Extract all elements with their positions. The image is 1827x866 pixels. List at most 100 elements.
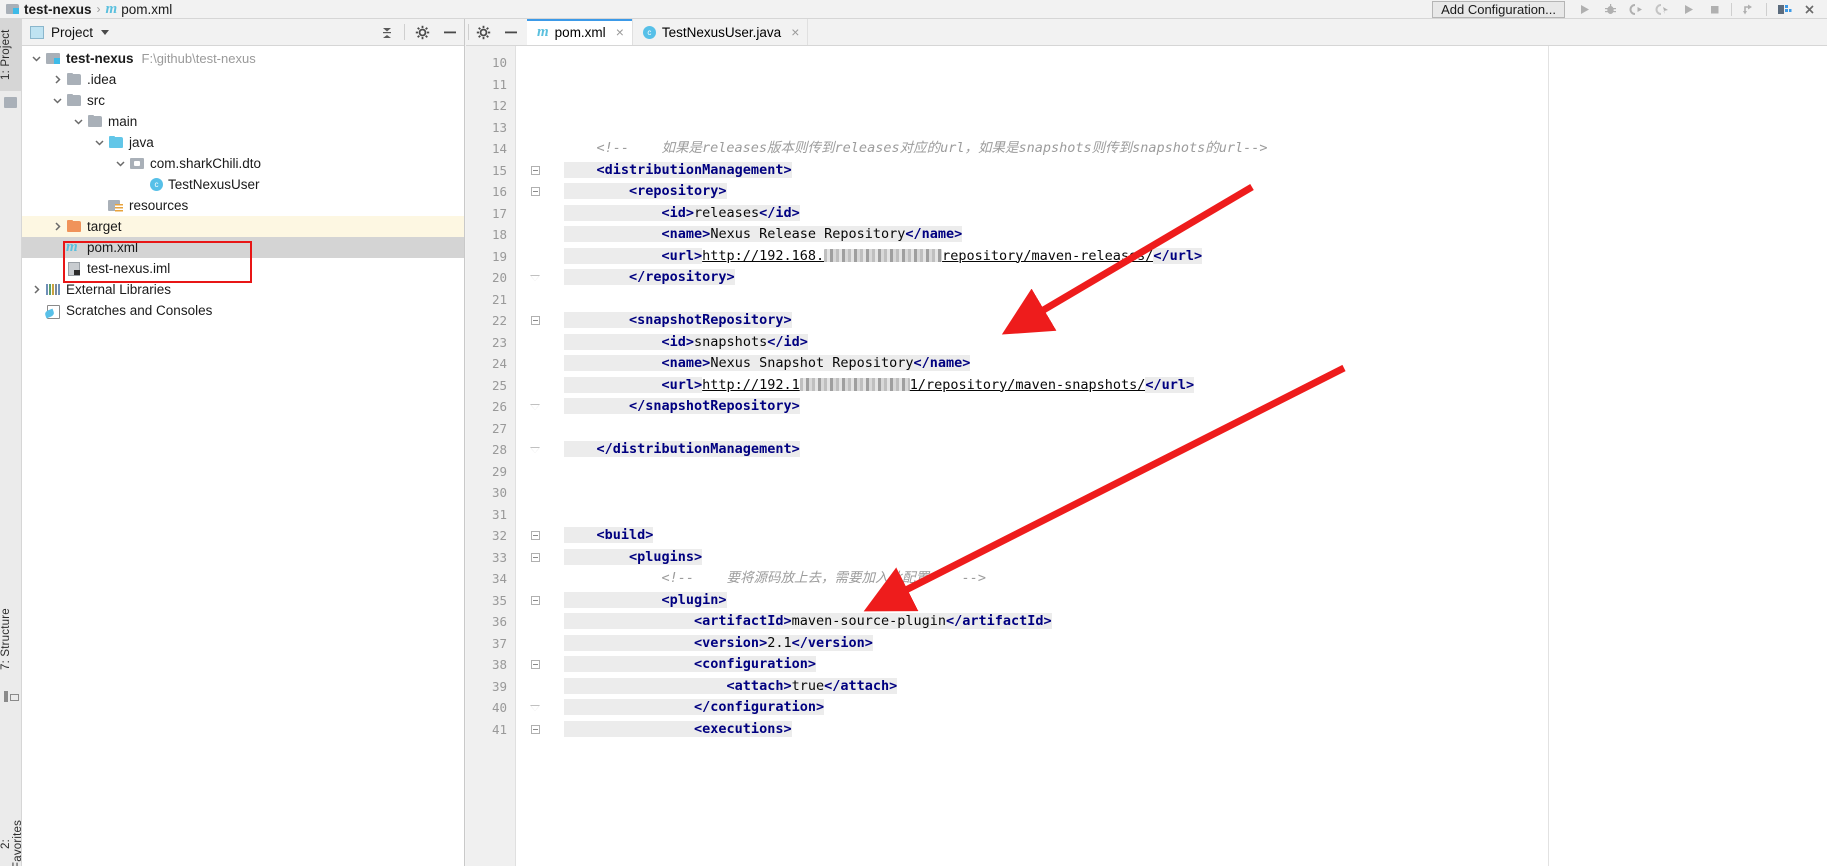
close-icon[interactable]: × (616, 24, 624, 40)
add-configuration-button[interactable]: Add Configuration... (1432, 0, 1565, 18)
hide-panel-button[interactable] (436, 19, 464, 46)
line-number: 41 (491, 721, 507, 737)
sidebar-tab-structure[interactable]: 7: Structure (0, 599, 22, 679)
code-line[interactable]: <url>http://192.1 1/repository/maven-snap… (554, 375, 1827, 397)
code-line[interactable] (554, 504, 1827, 526)
editor-tab-testnexususer-java[interactable]: c TestNexusUser.java × (633, 19, 809, 45)
code-line[interactable] (554, 289, 1827, 311)
code-folding-gutter[interactable] (516, 46, 554, 866)
breadcrumb-item-project[interactable]: test-nexus (6, 2, 92, 17)
chevron-down-icon[interactable] (101, 29, 110, 35)
code-line[interactable]: <name>Nexus Release Repository</name> (554, 224, 1827, 246)
expand-collapse-button[interactable] (373, 19, 401, 46)
code-line[interactable]: <id>releases</id> (554, 203, 1827, 225)
fold-toggle-icon[interactable] (516, 160, 554, 182)
code-content[interactable]: <!-- 如果是releases版本则传到releases对应的url，如果是s… (554, 46, 1827, 866)
fold-toggle-icon[interactable] (516, 267, 554, 289)
code-line[interactable]: <!-- 要将源码放上去，需要加入此配置 --> (554, 568, 1827, 590)
stop-button[interactable] (1701, 0, 1727, 19)
breadcrumb-file-label: pom.xml (121, 1, 173, 17)
fold-toggle-icon[interactable] (516, 525, 554, 547)
breadcrumb-item-file[interactable]: m pom.xml (106, 1, 173, 17)
code-line[interactable]: <id>snapshots</id> (554, 332, 1827, 354)
code-line[interactable] (554, 95, 1827, 117)
sidebar-tab-project[interactable]: 1: Project (0, 19, 22, 91)
code-line[interactable] (554, 74, 1827, 96)
editor-tab-pom-xml[interactable]: m pom.xml × (527, 19, 633, 45)
search-everywhere-button[interactable] (1797, 0, 1823, 19)
tree-item-external-libraries[interactable]: External Libraries (22, 279, 464, 300)
code-editor[interactable]: 10 11 12 13 14 15 16 17 18 19 20 21 22 23 24 25 26 27 28 29… (466, 46, 1827, 866)
code-line[interactable]: </repository> (554, 267, 1827, 289)
close-icon[interactable]: × (791, 24, 799, 40)
fold-toggle-icon[interactable] (516, 654, 554, 676)
code-line[interactable]: <executions> (554, 719, 1827, 741)
debug-button[interactable] (1597, 0, 1623, 19)
tree-item-testnexususer-class[interactable]: c TestNexusUser (22, 174, 464, 195)
code-line[interactable]: </distributionManagement> (554, 439, 1827, 461)
tree-item-src[interactable]: src (22, 90, 464, 111)
chevron-right-icon[interactable] (49, 74, 66, 85)
chevron-down-icon[interactable] (28, 53, 45, 64)
code-segment-tag: <id> (564, 333, 695, 350)
code-line[interactable]: <repository> (554, 181, 1827, 203)
code-segment-tag: </configuration> (564, 699, 825, 715)
tree-item-java[interactable]: java (22, 132, 464, 153)
code-line[interactable] (554, 418, 1827, 440)
tree-item-main[interactable]: main (22, 111, 464, 132)
code-line[interactable] (554, 52, 1827, 74)
code-line[interactable] (554, 482, 1827, 504)
tree-item-test-nexus[interactable]: test-nexus F:\github\test-nexus (22, 48, 464, 69)
chevron-down-icon[interactable] (49, 95, 66, 106)
fold-toggle-icon[interactable] (516, 439, 554, 461)
gear-icon[interactable] (408, 19, 436, 46)
tree-item-idea[interactable]: .idea (22, 69, 464, 90)
code-line[interactable]: <version>2.1</version> (554, 633, 1827, 655)
chevron-down-icon[interactable] (70, 116, 87, 127)
code-line[interactable]: <plugins> (554, 547, 1827, 569)
code-line[interactable]: </configuration> (554, 697, 1827, 719)
chevron-right-icon[interactable] (49, 221, 66, 232)
sidebar-tab-favorites[interactable]: 2: Favorites (0, 809, 24, 866)
code-line[interactable]: <plugin> (554, 590, 1827, 612)
fold-toggle-icon[interactable] (516, 590, 554, 612)
line-number: 31 (491, 506, 507, 522)
run-button[interactable] (1571, 0, 1597, 19)
gear-icon[interactable] (469, 19, 497, 46)
fold-toggle-icon[interactable] (516, 181, 554, 203)
chevron-down-icon[interactable] (112, 158, 129, 169)
fold-toggle-icon[interactable] (516, 396, 554, 418)
code-line[interactable]: <artifactId>maven-source-plugin</artifac… (554, 611, 1827, 633)
settings-button[interactable] (1771, 0, 1797, 19)
tree-item-package-com-sharkchili-dto[interactable]: com.sharkChili.dto (22, 153, 464, 174)
update-project-button[interactable] (1736, 0, 1762, 19)
code-line[interactable] (554, 461, 1827, 483)
chevron-right-icon[interactable] (28, 284, 45, 295)
code-line[interactable]: <!-- 如果是releases版本则传到releases对应的url，如果是s… (554, 138, 1827, 160)
tree-item-pom-xml[interactable]: m pom.xml (22, 237, 464, 258)
tree-item-resources[interactable]: resources (22, 195, 464, 216)
run-with-coverage-button[interactable] (1623, 0, 1649, 19)
code-line[interactable]: <url>http://192.168. repository/maven-rel… (554, 246, 1827, 268)
code-line[interactable]: <configuration> (554, 654, 1827, 676)
code-line[interactable]: <build> (554, 525, 1827, 547)
code-line[interactable]: <name>Nexus Snapshot Repository</name> (554, 353, 1827, 375)
fold-toggle-icon[interactable] (516, 310, 554, 332)
chevron-down-icon[interactable] (91, 137, 108, 148)
code-line[interactable]: </snapshotRepository> (554, 396, 1827, 418)
code-line[interactable]: <attach>true</attach> (554, 676, 1827, 698)
run-anything-button[interactable] (1675, 0, 1701, 19)
minimize-icon[interactable] (497, 19, 525, 46)
code-line[interactable]: <snapshotRepository> (554, 310, 1827, 332)
fold-toggle-icon[interactable] (516, 697, 554, 719)
tree-item-target[interactable]: target (22, 216, 464, 237)
fold-toggle-icon[interactable] (516, 719, 554, 741)
fold-toggle-icon[interactable] (516, 547, 554, 569)
tree-item-test-nexus-iml[interactable]: test-nexus.iml (22, 258, 464, 279)
tree-item-scratches-and-consoles[interactable]: Scratches and Consoles (22, 300, 464, 321)
profile-button[interactable] (1649, 0, 1675, 19)
code-line[interactable]: <distributionManagement> (554, 160, 1827, 182)
code-line[interactable] (554, 117, 1827, 139)
